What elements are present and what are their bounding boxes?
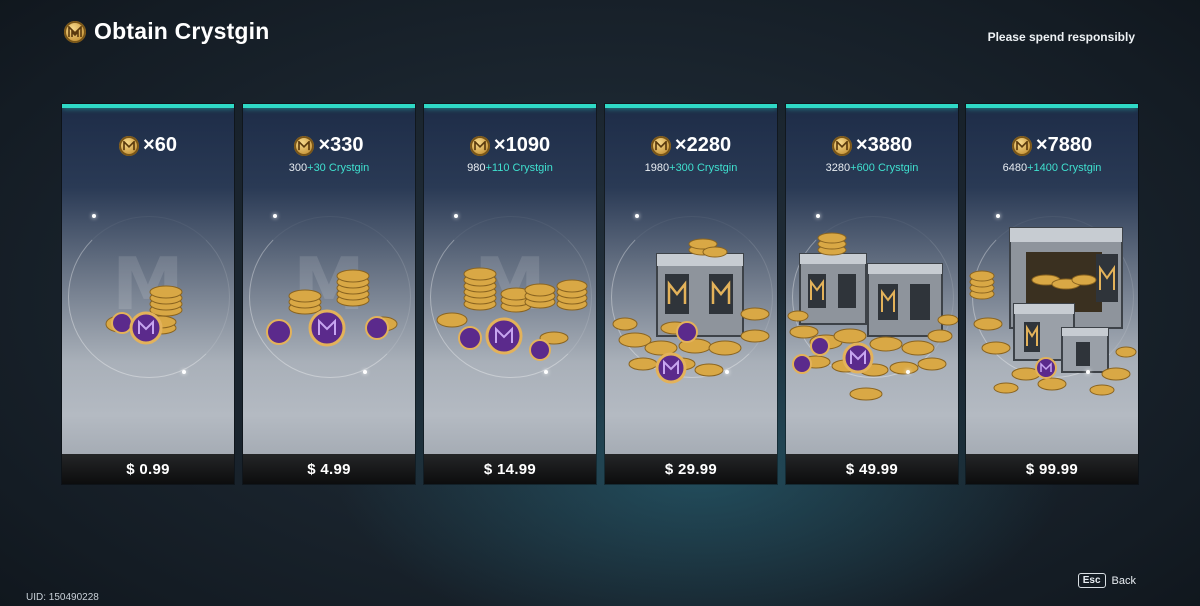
page-header: Obtain Crystgin — [64, 18, 270, 45]
package-amount-row: ×2280 — [605, 134, 777, 157]
card-accent-bar — [424, 104, 596, 108]
package-bonus-text: 300+30 Crystgin — [288, 162, 370, 174]
ring-dot — [1086, 370, 1090, 374]
crystgin-pile-large — [424, 224, 596, 424]
spend-responsibly-notice: Please spend responsibly — [987, 30, 1135, 44]
package-amount: ×3880 — [855, 134, 913, 156]
package-amount: ×7880 — [1035, 134, 1093, 156]
crystgin-coin-icon — [831, 135, 852, 156]
card-accent-bar — [62, 104, 234, 108]
price-button[interactable]: $ 0.99 — [62, 454, 234, 484]
package-amount-row: ×330 — [243, 134, 415, 157]
package-amount: ×1090 — [493, 134, 551, 156]
crystgin-coin-icon — [64, 20, 86, 43]
ring-dot — [273, 214, 277, 218]
package-card-7880[interactable]: ×7880 6480+1400 Crystgin $ 99.99 — [966, 104, 1138, 484]
package-amount-row: ×7880 — [966, 134, 1138, 157]
price-button[interactable]: $ 49.99 — [786, 454, 958, 484]
package-bonus-text: 3280+600 Crystgin — [825, 162, 919, 174]
package-list: ×60 M $ 0.99 ×330 300+30 Crystgin M $ 4.… — [62, 104, 1138, 484]
user-id: UID: 150490228 — [26, 592, 99, 603]
crystgin-coin-icon — [294, 135, 315, 156]
package-card-3880[interactable]: ×3880 3280+600 Crystgin $ 49.99 — [786, 104, 958, 484]
package-amount: ×60 — [143, 134, 177, 156]
back-label: Back — [1111, 574, 1136, 587]
package-card-330[interactable]: ×330 300+30 Crystgin M $ 4.99 — [243, 104, 415, 484]
crystgin-vault-pile — [966, 224, 1138, 424]
page-title: Obtain Crystgin — [94, 18, 270, 44]
ring-dot — [454, 214, 458, 218]
ring-dot — [544, 370, 548, 374]
card-accent-bar — [243, 104, 415, 108]
esc-key-hint: Esc — [1077, 573, 1106, 588]
price-button[interactable]: $ 14.99 — [424, 454, 596, 484]
crystgin-coin-icon — [119, 135, 140, 156]
crystgin-boxes-pile — [786, 224, 958, 424]
ring-dot — [635, 214, 639, 218]
package-card-2280[interactable]: ×2280 1980+300 Crystgin $ 29.99 — [605, 104, 777, 484]
crystgin-coin-icon — [650, 135, 671, 156]
package-amount-row: ×1090 — [424, 134, 596, 157]
card-accent-bar — [786, 104, 958, 108]
package-amount: ×330 — [318, 134, 364, 156]
package-card-1090[interactable]: ×1090 980+110 Crystgin M $ 14.99 — [424, 104, 596, 484]
ring-dot — [725, 370, 729, 374]
crystgin-pile-small — [62, 224, 234, 424]
ring-dot — [996, 214, 1000, 218]
card-accent-bar — [605, 104, 777, 108]
ring-dot — [906, 370, 910, 374]
package-bonus-text: 1980+300 Crystgin — [644, 162, 738, 174]
package-card-60[interactable]: ×60 M $ 0.99 — [62, 104, 234, 484]
ring-dot — [363, 370, 367, 374]
crystgin-box-pile — [605, 224, 777, 424]
price-button[interactable]: $ 99.99 — [966, 454, 1138, 484]
package-amount-row: ×60 — [62, 134, 234, 157]
package-bonus-text: 980+110 Crystgin — [467, 162, 553, 174]
crystgin-coin-icon — [1011, 135, 1032, 156]
package-bonus-text: 6480+1400 Crystgin — [1002, 162, 1102, 174]
crystgin-coin-icon — [469, 135, 490, 156]
crystgin-pile-medium — [243, 224, 415, 424]
ring-dot — [816, 214, 820, 218]
card-accent-bar — [966, 104, 1138, 108]
package-amount-row: ×3880 — [786, 134, 958, 157]
price-button[interactable]: $ 29.99 — [605, 454, 777, 484]
price-button[interactable]: $ 4.99 — [243, 454, 415, 484]
back-button[interactable]: Esc Back — [1077, 573, 1136, 588]
ring-dot — [92, 214, 96, 218]
ring-dot — [182, 370, 186, 374]
package-amount: ×2280 — [674, 134, 732, 156]
